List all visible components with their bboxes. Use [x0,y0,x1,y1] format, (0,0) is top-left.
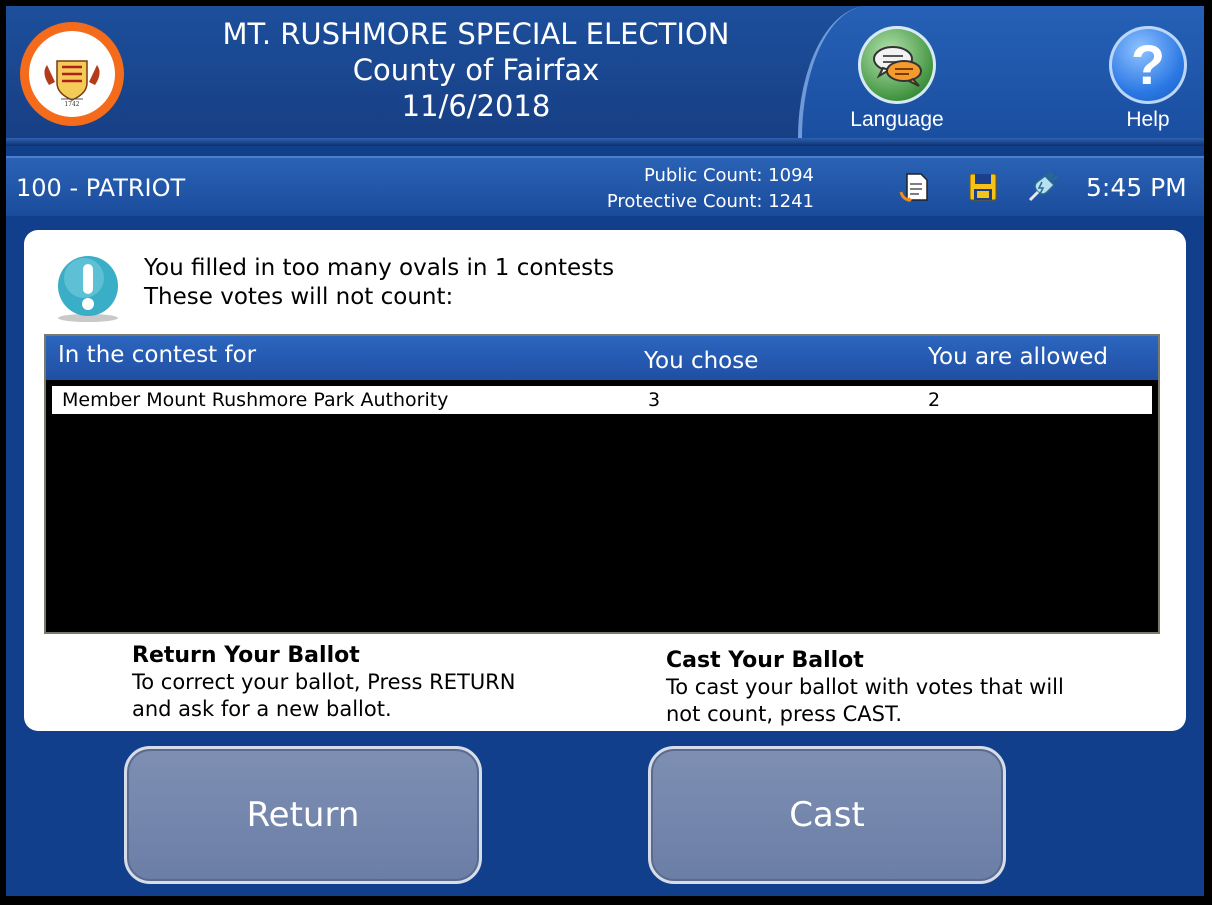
help-label: Help [1126,108,1170,131]
return-instructions-title: Return Your Ballot [132,643,360,668]
table-header: In the contest for You chose You are all… [46,336,1158,380]
ballot-review-icon [899,173,928,202]
language-button[interactable]: Language [837,26,957,132]
help-glyph: ? [1130,33,1166,96]
overvote-warning-panel: You filled in too many ovals in 1 contes… [24,230,1186,731]
return-button[interactable]: Return [124,746,482,884]
header-divider [6,138,1204,146]
contest-name: Member Mount Rushmore Park Authority [62,389,449,411]
county-name: County of Fairfax [352,53,600,87]
clock: 5:45 PM [1086,173,1187,202]
power-plug-icon [1028,171,1058,202]
overvote-message: You filled in too many ovals in 1 contes… [144,254,614,312]
header-controls: Language ? Help [798,6,1204,138]
overvote-message-line2: These votes will not count: [144,284,454,310]
status-bar: 100 - PATRIOT Public Count: 1094 Protect… [6,156,1204,216]
overvote-table: In the contest for You chose You are all… [44,334,1160,634]
election-name: MT. RUSHMORE SPECIAL ELECTION [222,17,730,51]
help-question-icon: ? [1109,26,1187,104]
table-row: Member Mount Rushmore Park Authority 3 2 [52,386,1152,414]
return-instructions: Return Your Ballot To correct your ballo… [132,642,516,723]
public-count: Public Count: 1094 [643,165,814,186]
cast-instructions-title: Cast Your Ballot [666,648,864,673]
ballot-warning-screen: 1742 MT. RUSHMORE SPECIAL ELECTION Count… [6,6,1204,896]
svg-text:1742: 1742 [64,101,79,108]
cast-button[interactable]: Cast [648,746,1006,884]
help-button[interactable]: ? Help [1088,26,1204,132]
save-disk-icon [969,173,997,201]
exclamation-warning-icon [58,256,118,322]
column-header-contest: In the contest for [58,342,257,368]
header: 1742 MT. RUSHMORE SPECIAL ELECTION Count… [6,6,1204,138]
language-speech-bubbles-icon [858,26,936,104]
cast-instructions: Cast Your Ballot To cast your ballot wit… [666,647,1064,728]
language-label: Language [850,108,944,131]
overvote-message-line1: You filled in too many ovals in 1 contes… [144,255,615,281]
cast-instructions-line2: not count, press CAST. [666,702,903,726]
precinct-label: 100 - PATRIOT [16,174,186,202]
seal-emblem-icon: 1742 [44,60,100,108]
column-header-chose: You chose [644,348,759,374]
election-title: MT. RUSHMORE SPECIAL ELECTION County of … [196,16,756,124]
election-date: 11/6/2018 [401,89,551,123]
ballot-counts: Public Count: 1094 Protective Count: 124… [566,163,814,215]
votes-allowed: 2 [928,389,941,411]
column-header-allowed: You are allowed [928,344,1108,370]
protective-count: Protective Count: 1241 [606,191,814,212]
county-seal: 1742 [20,22,124,126]
cast-instructions-line1: To cast your ballot with votes that will [666,675,1064,699]
votes-chosen: 3 [648,389,661,411]
return-instructions-line2: and ask for a new ballot. [132,697,392,721]
return-instructions-line1: To correct your ballot, Press RETURN [132,670,516,694]
